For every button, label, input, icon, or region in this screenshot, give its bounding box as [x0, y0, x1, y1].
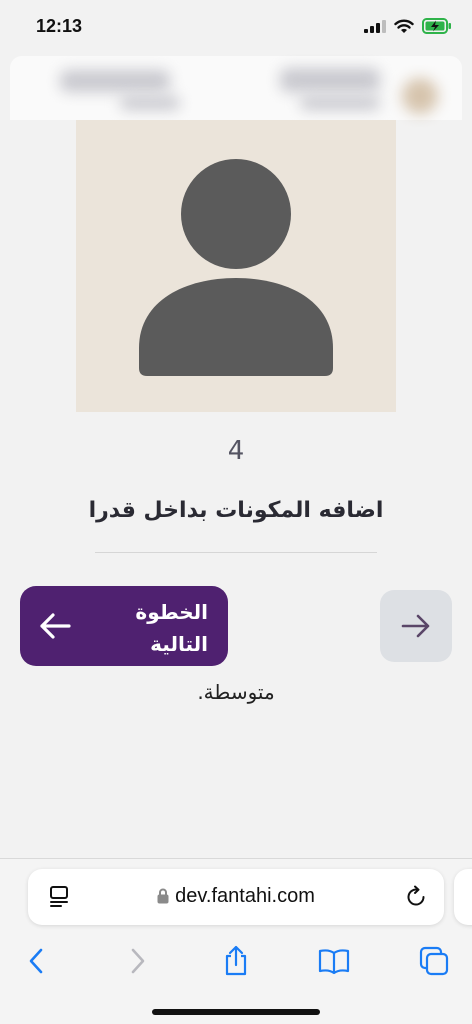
blurred-text: [280, 68, 380, 92]
blurred-avatar: [402, 78, 438, 114]
next-step-button[interactable]: الخطوة التالية: [20, 586, 228, 666]
screen: 12:13 4 اضافه المكونات بداخل قدرا الخطوة…: [0, 0, 472, 1024]
status-bar: 12:13: [0, 0, 472, 56]
user-silhouette-icon: [139, 159, 333, 376]
browser-toolbar: [0, 941, 472, 981]
share-button[interactable]: [216, 941, 256, 981]
share-icon: [225, 945, 247, 976]
home-indicator: [152, 1009, 320, 1015]
tabs-icon: [419, 946, 449, 976]
arrow-right-icon: [401, 614, 430, 638]
browser-chrome: dev.fantahi.com: [0, 858, 472, 1024]
reload-icon[interactable]: [404, 885, 428, 909]
battery-charging-icon: [422, 18, 451, 34]
tabs-button[interactable]: [414, 941, 454, 981]
status-time: 12:13: [36, 16, 83, 36]
previous-step-button[interactable]: [380, 590, 452, 662]
app-header-blurred: [10, 56, 462, 120]
blurred-text: [300, 96, 380, 110]
blurred-text: [120, 96, 180, 110]
bookmarks-button[interactable]: [314, 941, 354, 981]
step-title: اضافه المكونات بداخل قدرا: [88, 498, 384, 523]
url-display[interactable]: dev.fantahi.com: [28, 885, 444, 908]
step-number: 4: [227, 436, 245, 466]
status-icons: [364, 18, 452, 34]
wifi-icon: [394, 19, 414, 33]
arrow-left-icon: [40, 613, 71, 639]
address-bar[interactable]: dev.fantahi.com: [28, 869, 444, 925]
difficulty-text: متوسطة.: [197, 680, 275, 704]
blurred-text: [60, 70, 170, 92]
chevron-left-icon: [29, 948, 43, 974]
next-tab-preview[interactable]: [454, 869, 472, 925]
cellular-signal-icon: [364, 20, 386, 33]
lock-icon: [157, 888, 169, 904]
back-button[interactable]: [16, 941, 56, 981]
forward-button[interactable]: [118, 941, 158, 981]
url-text: dev.fantahi.com: [175, 885, 315, 907]
chevron-right-icon: [131, 948, 145, 974]
book-icon: [318, 949, 350, 975]
divider: [95, 552, 377, 553]
user-avatar-placeholder: [76, 120, 396, 412]
next-step-label: الخطوة التالية: [135, 600, 208, 656]
